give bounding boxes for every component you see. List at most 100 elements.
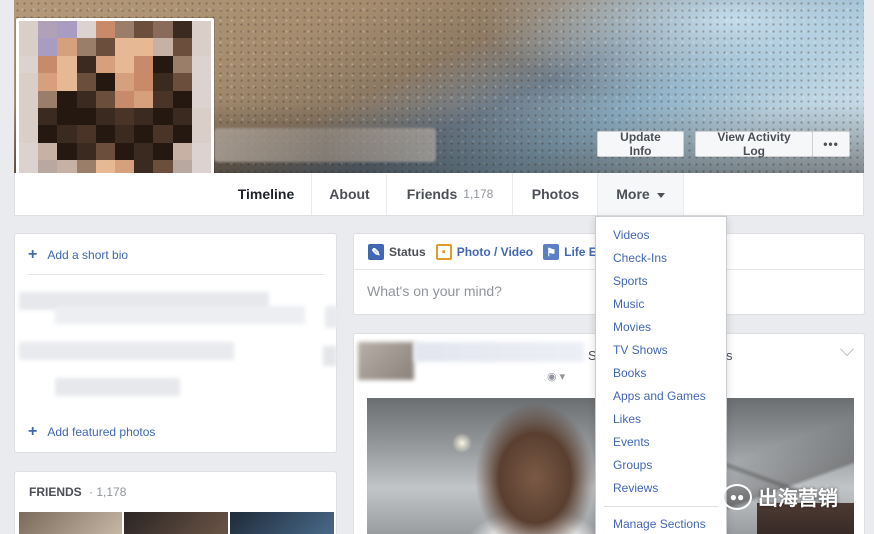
profile-nav-bar: Timeline About Friends 1,178 Photos More bbox=[14, 173, 864, 216]
avatar-pixel bbox=[95, 107, 115, 126]
menu-item-movies[interactable]: Movies bbox=[596, 316, 726, 339]
add-featured-photos-link[interactable]: + Add featured photos bbox=[28, 423, 155, 441]
pencil-icon: ✎ bbox=[368, 244, 384, 260]
blurred-info bbox=[55, 306, 305, 324]
avatar-pixel bbox=[191, 21, 211, 39]
blurred-info bbox=[323, 346, 337, 366]
more-options-button[interactable]: ••• bbox=[812, 131, 850, 157]
add-bio-link[interactable]: + Add a short bio bbox=[28, 246, 128, 264]
plus-icon: + bbox=[28, 246, 38, 263]
blurred-info bbox=[55, 378, 180, 396]
tab-about-label: About bbox=[329, 186, 370, 202]
friends-card-header[interactable]: FRIENDS · 1,178 bbox=[29, 485, 126, 499]
avatar-pixel bbox=[134, 125, 154, 143]
view-activity-log-button[interactable]: View Activity Log bbox=[695, 130, 813, 158]
composer-tab-photo-video[interactable]: ▪ Photo / Video bbox=[435, 244, 534, 260]
menu-item-check-ins[interactable]: Check-Ins bbox=[596, 247, 726, 270]
profile-picture[interactable] bbox=[16, 18, 214, 198]
avatar-pixel bbox=[76, 55, 96, 74]
avatar-pixel bbox=[115, 73, 135, 91]
profile-name-blurred bbox=[214, 128, 436, 162]
avatar-pixel bbox=[134, 90, 154, 108]
avatar-pixel bbox=[19, 142, 39, 161]
composer-tab-status[interactable]: ✎ Status bbox=[368, 244, 426, 260]
avatar-pixel bbox=[134, 21, 154, 39]
composer-tab-life-event[interactable]: ⚑ Life E bbox=[543, 244, 597, 260]
avatar-pixel bbox=[153, 142, 173, 161]
avatar-pixel bbox=[172, 21, 192, 39]
menu-separator bbox=[604, 506, 718, 507]
menu-item-music[interactable]: Music bbox=[596, 293, 726, 316]
avatar-pixel bbox=[38, 38, 58, 56]
avatar-pixel bbox=[38, 107, 58, 126]
chevron-down-icon bbox=[656, 192, 665, 198]
avatar-pixel bbox=[95, 90, 115, 108]
tab-timeline[interactable]: Timeline bbox=[220, 173, 312, 215]
avatar-pixel bbox=[57, 107, 77, 126]
composer-tabs: ✎ Status ▪ Photo / Video ⚑ Life E bbox=[368, 244, 607, 260]
avatar-pixel bbox=[76, 21, 96, 39]
avatar-pixel bbox=[19, 21, 39, 39]
menu-item-videos[interactable]: Videos bbox=[596, 224, 726, 247]
avatar-pixel bbox=[57, 73, 77, 91]
menu-item-events[interactable]: Events bbox=[596, 431, 726, 454]
avatar-pixel bbox=[19, 107, 39, 126]
avatar-pixel bbox=[191, 142, 211, 161]
menu-item-reviews[interactable]: Reviews bbox=[596, 477, 726, 500]
avatar-pixel bbox=[115, 90, 135, 108]
update-info-button[interactable]: Update Info bbox=[597, 130, 684, 158]
menu-item-books[interactable]: Books bbox=[596, 362, 726, 385]
avatar-pixel bbox=[76, 38, 96, 56]
avatar-pixel bbox=[172, 142, 192, 161]
composer-input[interactable]: What's on your mind? bbox=[367, 283, 502, 299]
post-author-avatar-blurred bbox=[358, 342, 414, 380]
friends-card-title: FRIENDS bbox=[29, 485, 82, 499]
tab-about[interactable]: About bbox=[311, 173, 387, 215]
menu-item-likes[interactable]: Likes bbox=[596, 408, 726, 431]
menu-item-sports[interactable]: Sports bbox=[596, 270, 726, 293]
avatar-pixel bbox=[134, 73, 154, 91]
avatar-pixel bbox=[172, 90, 192, 108]
avatar-pixel bbox=[38, 21, 58, 39]
plus-icon: + bbox=[28, 423, 38, 440]
menu-item-groups[interactable]: Groups bbox=[596, 454, 726, 477]
avatar-pixel bbox=[172, 38, 192, 56]
friend-thumbnail[interactable] bbox=[19, 512, 122, 534]
menu-items: Videos Check-Ins Sports Music Movies TV Shows… bbox=[596, 224, 726, 500]
avatar-pixel bbox=[153, 107, 173, 126]
flag-icon: ⚑ bbox=[543, 244, 560, 260]
friend-thumbnail[interactable] bbox=[230, 512, 334, 534]
tab-friends[interactable]: Friends 1,178 bbox=[386, 173, 513, 215]
watermark-text: 出海营销 bbox=[758, 486, 838, 510]
avatar-pixel bbox=[76, 142, 96, 161]
avatar-pixel bbox=[172, 125, 192, 143]
avatar-pixel bbox=[191, 107, 211, 126]
avatar-pixel bbox=[115, 142, 135, 161]
avatar-pixel bbox=[57, 90, 77, 108]
avatar-pixel bbox=[153, 125, 173, 143]
wechat-icon: ●● bbox=[722, 483, 752, 510]
avatar-pixel bbox=[115, 125, 135, 143]
avatar-pixel bbox=[95, 55, 115, 74]
menu-item-manage-sections[interactable]: Manage Sections bbox=[596, 513, 726, 534]
tab-more-label: More bbox=[616, 186, 650, 202]
wechat-watermark: ●● 出海营销 bbox=[722, 482, 838, 511]
avatar-pixel bbox=[19, 55, 39, 74]
audience-globe-icon[interactable]: ◉ ▾ bbox=[547, 370, 565, 383]
avatar-pixel bbox=[38, 142, 58, 161]
profile-picture-pixelated bbox=[19, 21, 211, 195]
avatar-pixel bbox=[19, 125, 39, 143]
post-options-chevron-icon[interactable] bbox=[839, 341, 855, 357]
friends-card-count: · 1,178 bbox=[89, 485, 127, 499]
composer-photo-video-label: Photo / Video bbox=[456, 245, 534, 259]
tab-photos[interactable]: Photos bbox=[512, 173, 598, 215]
friend-thumbnail[interactable] bbox=[124, 512, 228, 534]
menu-item-tv-shows[interactable]: TV Shows bbox=[596, 339, 726, 362]
blurred-info bbox=[325, 306, 339, 328]
add-featured-photos-label: Add featured photos bbox=[47, 425, 156, 439]
tab-more[interactable]: More bbox=[597, 173, 684, 215]
avatar-pixel bbox=[76, 73, 96, 91]
avatar-pixel bbox=[38, 73, 58, 91]
friends-count: 1,178 bbox=[463, 187, 494, 201]
menu-item-apps-and-games[interactable]: Apps and Games bbox=[596, 385, 726, 408]
